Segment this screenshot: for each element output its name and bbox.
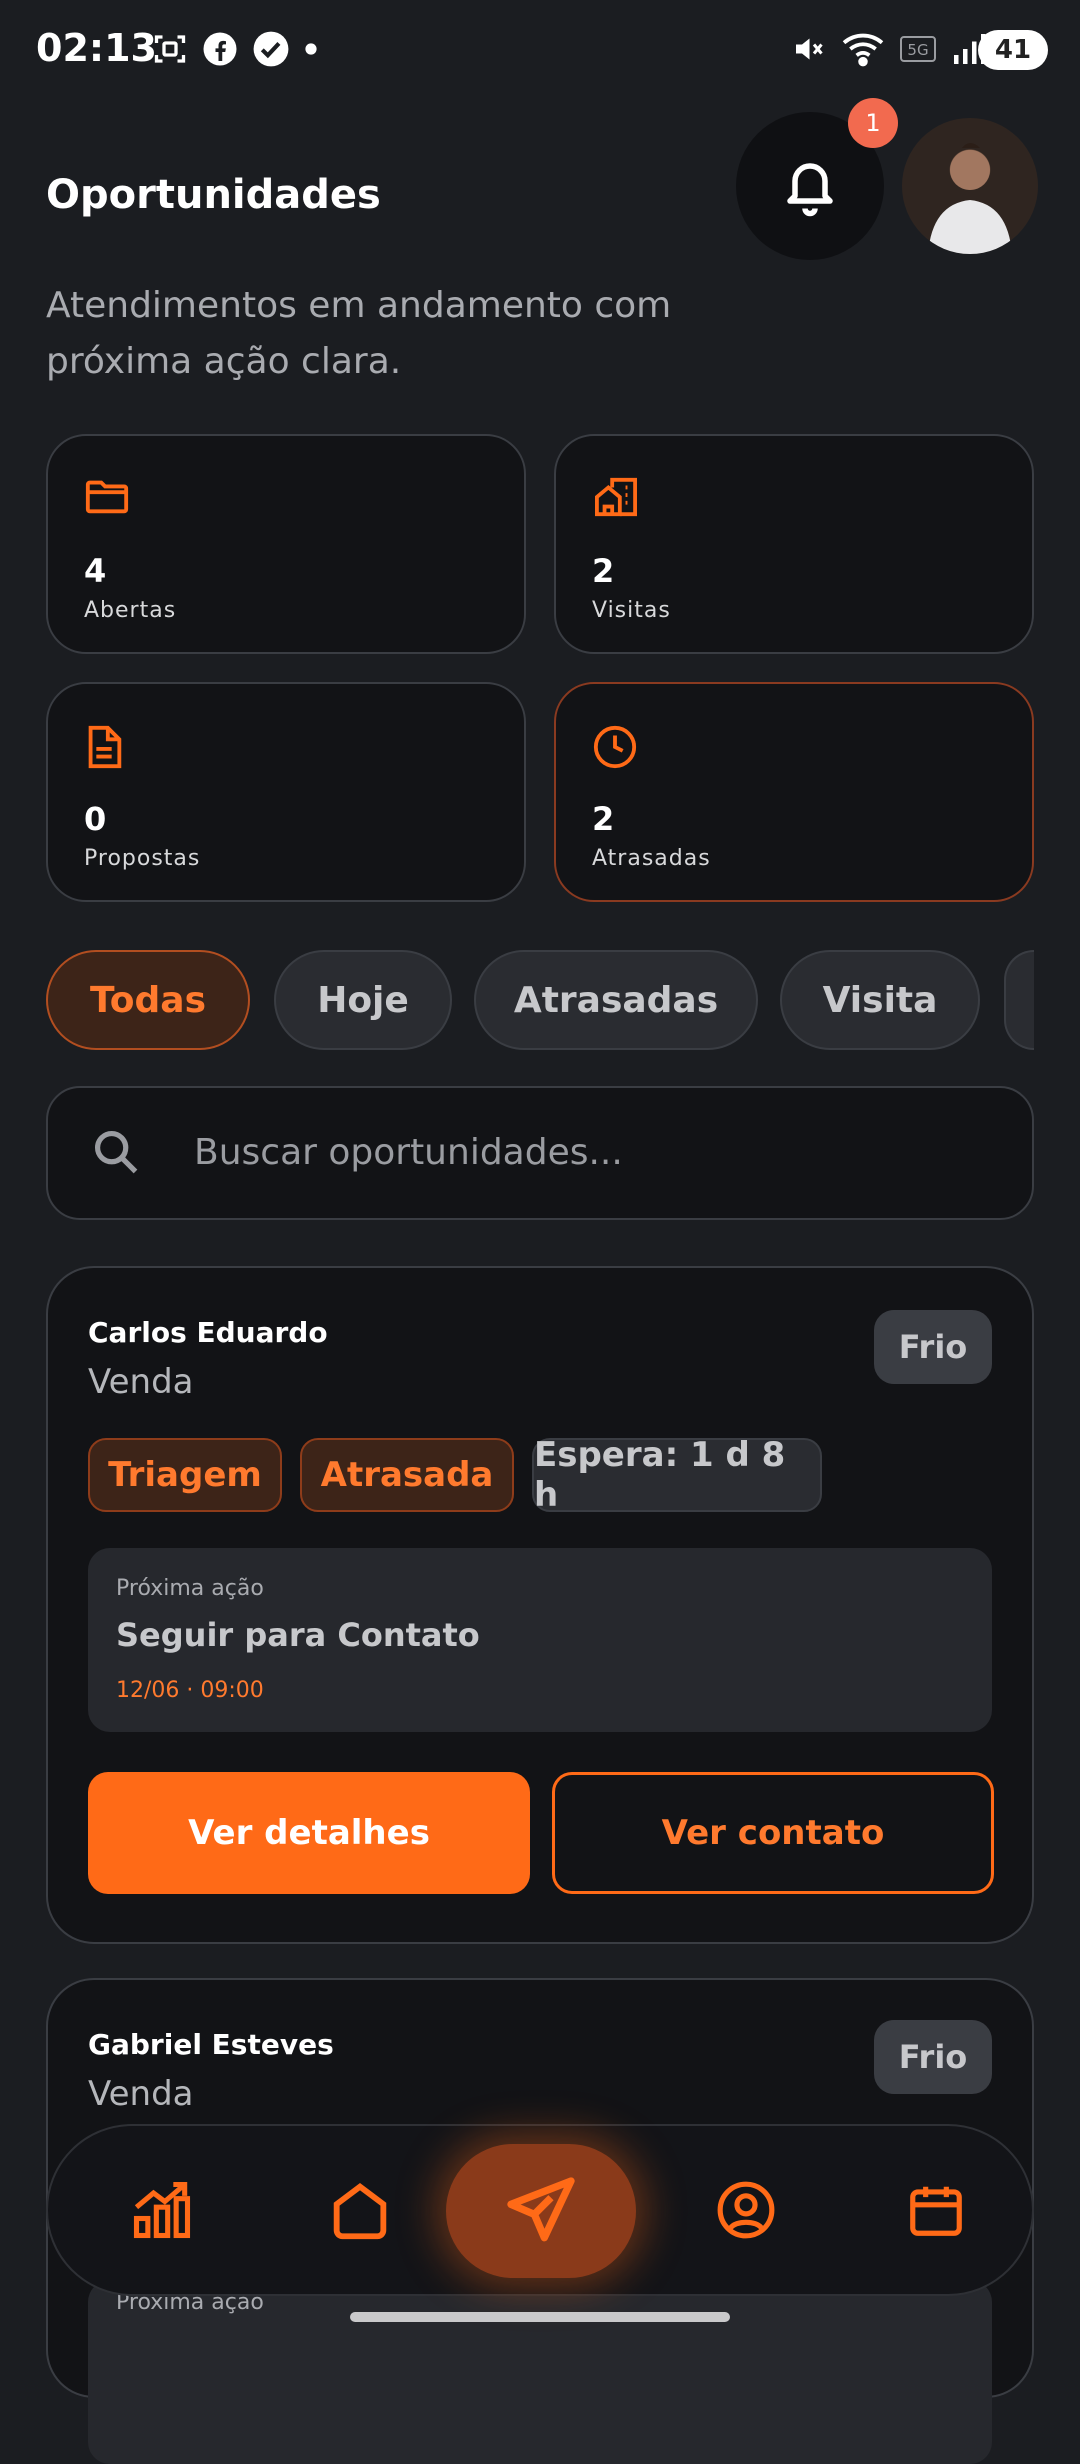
filter-chip-hoje[interactable]: Hoje xyxy=(274,950,452,1050)
filter-chip-atrasadas[interactable]: Atrasadas xyxy=(474,950,758,1050)
status-system-icons: 5G xyxy=(790,30,988,68)
nav-home[interactable] xyxy=(318,2168,402,2252)
status-notification-icons xyxy=(152,30,318,68)
next-action-text: Seguir para Contato xyxy=(116,1616,480,1654)
next-action-box: Próxima ação Seguir para Contato 12/06 ·… xyxy=(88,1548,992,1732)
search-field[interactable]: Buscar oportunidades... xyxy=(46,1086,1034,1220)
search-input[interactable]: Buscar oportunidades... xyxy=(194,1132,623,1173)
avatar[interactable] xyxy=(902,118,1038,254)
filter-chip-visita[interactable]: Visita xyxy=(780,950,980,1050)
bottom-nav xyxy=(46,2124,1034,2296)
temperature-badge: Frio xyxy=(874,1310,992,1384)
facebook-icon xyxy=(203,32,237,66)
folder-icon xyxy=(85,480,129,514)
nav-opportunities[interactable] xyxy=(446,2144,636,2278)
notification-badge: 1 xyxy=(848,98,898,148)
stat-label: Propostas xyxy=(84,846,201,871)
stat-label: Atrasadas xyxy=(592,846,711,871)
stat-card-atrasadas[interactable]: 2 Atrasadas xyxy=(554,682,1034,902)
search-icon xyxy=(94,1130,138,1174)
bell-icon xyxy=(787,163,833,217)
page-title: Oportunidades xyxy=(46,172,381,218)
client-name: Gabriel Esteves xyxy=(88,2028,334,2061)
stat-label: Visitas xyxy=(592,598,671,623)
status-time: 02:13 xyxy=(36,26,157,70)
view-contact-button[interactable]: Ver contato xyxy=(552,1772,994,1894)
clock-icon xyxy=(593,725,637,769)
temperature-badge: Frio xyxy=(874,2020,992,2094)
check-circle-icon xyxy=(253,31,289,67)
svg-text:5G: 5G xyxy=(907,41,928,59)
next-action-time: 12/06 · 09:00 xyxy=(116,1678,264,1703)
nav-profile[interactable] xyxy=(704,2168,788,2252)
mute-icon xyxy=(796,38,823,60)
document-icon xyxy=(88,725,122,769)
stat-card-abertas[interactable]: 4 Abertas xyxy=(46,434,526,654)
next-action-box: Próxima ação xyxy=(88,2280,992,2464)
next-action-label: Próxima ação xyxy=(116,1576,264,1601)
stat-value: 4 xyxy=(84,552,107,590)
screenshot-icon xyxy=(154,35,186,63)
late-tag: Atrasada xyxy=(300,1438,514,1512)
nav-dashboard[interactable] xyxy=(120,2168,204,2252)
client-name: Carlos Eduardo xyxy=(88,1316,328,1349)
opportunity-card[interactable]: Carlos Eduardo Venda Frio Triagem Atrasa… xyxy=(46,1266,1034,1944)
stage-tag: Triagem xyxy=(88,1438,282,1512)
home-indicator xyxy=(350,2312,730,2322)
deal-type: Venda xyxy=(88,2074,194,2114)
wait-tag: Espera: 1 d 8 h xyxy=(532,1435,822,1515)
5g-icon: 5G xyxy=(900,36,936,62)
filter-chip-todas[interactable]: Todas xyxy=(46,950,250,1050)
stat-value: 2 xyxy=(592,552,615,590)
stat-card-propostas[interactable]: 0 Propostas xyxy=(46,682,526,902)
wifi-icon xyxy=(842,33,884,67)
stat-value: 2 xyxy=(592,800,615,838)
battery-indicator: 41 xyxy=(978,30,1048,70)
view-details-button[interactable]: Ver detalhes xyxy=(88,1772,530,1894)
stat-card-visitas[interactable]: 2 Visitas xyxy=(554,434,1034,654)
calendar-icon xyxy=(910,2186,962,2236)
stat-value: 0 xyxy=(84,800,107,838)
stat-label: Abertas xyxy=(84,598,177,623)
filter-chip-more[interactable] xyxy=(1004,950,1034,1050)
dot-icon xyxy=(305,43,317,55)
buildings-icon xyxy=(595,477,637,517)
user-circle-icon xyxy=(717,2181,775,2239)
send-icon xyxy=(507,2177,575,2242)
nav-calendar[interactable] xyxy=(894,2168,978,2252)
chart-icon xyxy=(133,2181,191,2239)
home-icon xyxy=(333,2183,387,2240)
page-subtitle: Atendimentos em andamento com próxima aç… xyxy=(46,285,672,382)
deal-type: Venda xyxy=(88,1362,194,1402)
